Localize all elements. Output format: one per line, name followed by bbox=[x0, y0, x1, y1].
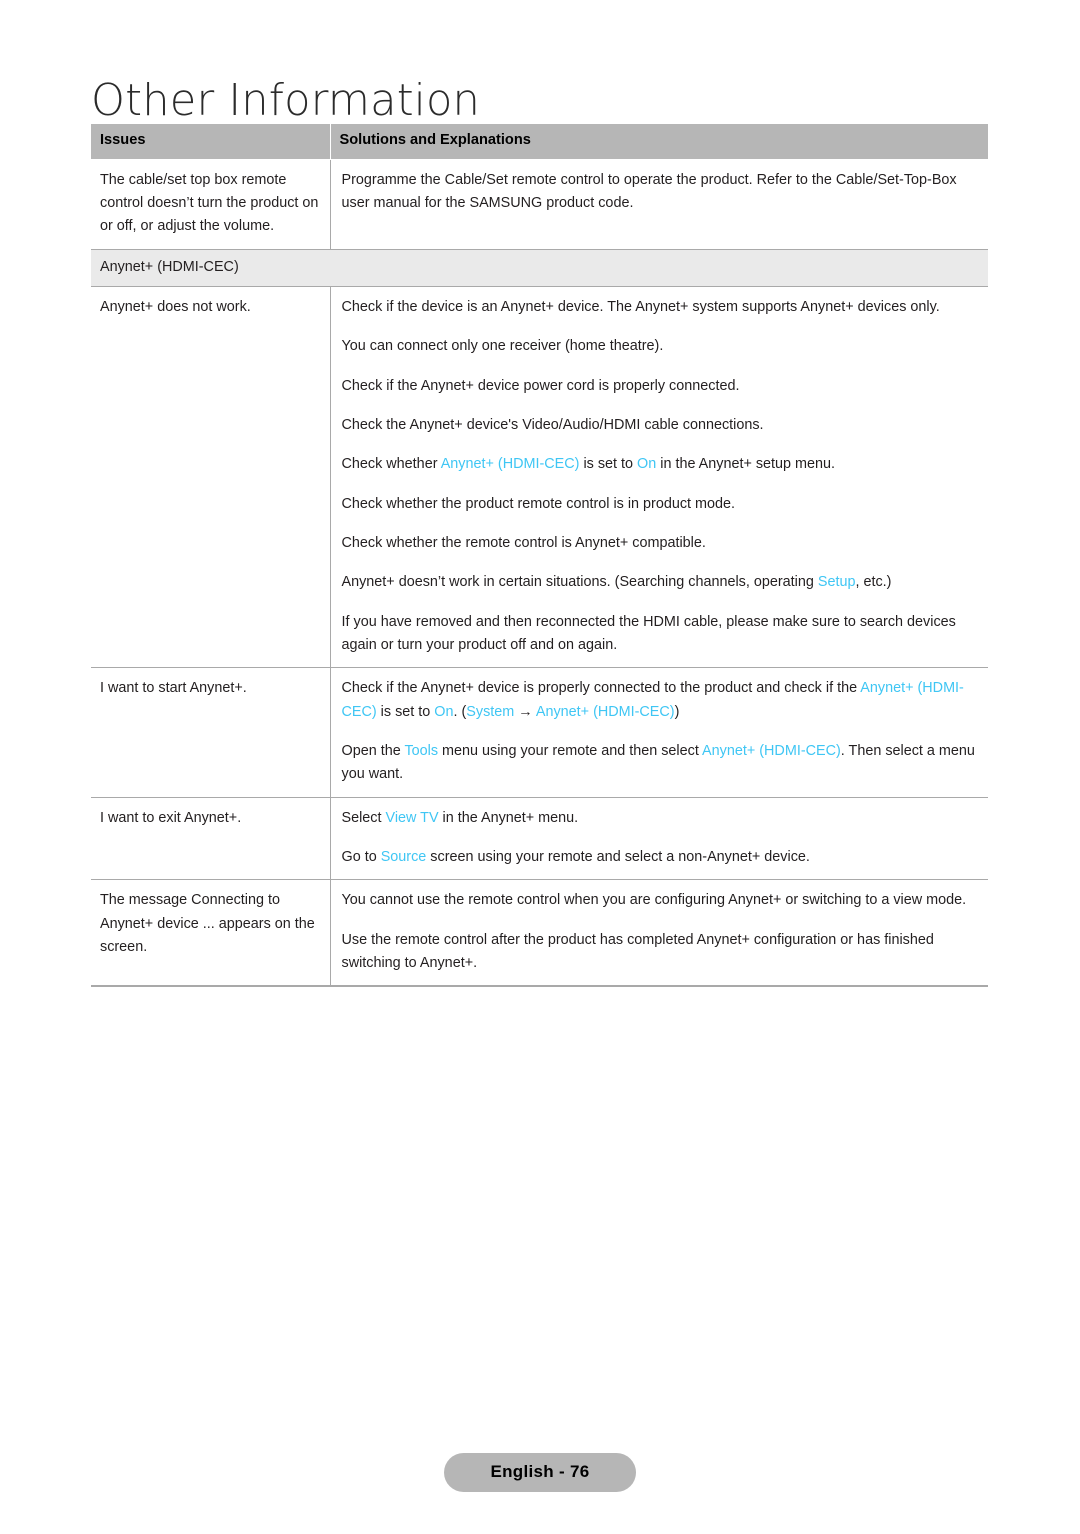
page-footer: English - 76 bbox=[0, 1453, 1080, 1492]
table-row: I want to exit Anynet+. Select View TV in… bbox=[91, 797, 988, 881]
menu-term-highlight: View TV bbox=[385, 809, 439, 826]
solution-text: Check the Anynet+ device's Video/Audio/H… bbox=[341, 416, 764, 433]
page-title: Other Information bbox=[91, 75, 481, 127]
table-row: The cable/set top box remote control doe… bbox=[91, 159, 988, 250]
solution-cell: Select View TV in the Anynet+ menu. Go to… bbox=[330, 797, 988, 881]
solution-text: is set to bbox=[579, 456, 638, 473]
solution-paragraph: Check whether the product remote control… bbox=[342, 493, 977, 516]
solution-paragraph: Check if the device is an Anynet+ device… bbox=[342, 296, 977, 319]
menu-term-highlight: System bbox=[466, 703, 515, 720]
menu-term-highlight: Anynet+ (HDMI-CEC) bbox=[440, 456, 580, 473]
table-section-row: Anynet+ (HDMI-CEC) bbox=[91, 249, 988, 287]
issue-text: I want to start Anynet+. bbox=[100, 680, 247, 697]
solution-text: Check whether the product remote control… bbox=[341, 495, 736, 512]
solution-cell: Programme the Cable/Set remote control t… bbox=[330, 159, 988, 250]
solution-text: ) bbox=[674, 703, 680, 720]
table-body: The cable/set top box remote control doe… bbox=[91, 159, 988, 988]
solution-text: → bbox=[514, 703, 536, 720]
menu-term-highlight: Source bbox=[380, 848, 427, 865]
solution-paragraph: Open the Tools menu using your remote an… bbox=[342, 740, 977, 787]
solution-text: screen using your remote and select a no… bbox=[426, 848, 810, 865]
solution-paragraph: Check whether Anynet+ (HDMI-CEC) is set … bbox=[342, 453, 977, 476]
menu-term-highlight: On bbox=[434, 703, 454, 720]
solution-text: Go to bbox=[341, 848, 381, 865]
issue-text: The message Connecting to Anynet+ device… bbox=[100, 892, 315, 955]
solution-text: Programme the Cable/Set remote control t… bbox=[341, 171, 957, 211]
issue-cell: The message Connecting to Anynet+ device… bbox=[91, 879, 331, 988]
solution-cell: Check if the Anynet+ device is properly … bbox=[330, 667, 988, 798]
solution-text: . ( bbox=[453, 703, 467, 720]
table-header: Issues Solutions and Explanations bbox=[91, 124, 988, 160]
table-row: I want to start Anynet+. Check if the Any… bbox=[91, 667, 988, 798]
menu-term-highlight: Setup bbox=[817, 574, 856, 591]
column-header-solutions: Solutions and Explanations bbox=[330, 124, 988, 160]
solution-text: , etc.) bbox=[855, 574, 892, 591]
solution-paragraph: Go to Source screen using your remote an… bbox=[342, 846, 977, 869]
table-row: Anynet+ does not work. Check if the devic… bbox=[91, 286, 988, 669]
issue-text: Anynet+ does not work. bbox=[100, 298, 251, 315]
table-header-row: Issues Solutions and Explanations bbox=[91, 124, 988, 160]
solution-text: Check if the Anynet+ device power cord i… bbox=[341, 377, 740, 394]
solution-text: Open the bbox=[341, 742, 405, 759]
solution-text: If you have removed and then reconnected… bbox=[341, 613, 956, 653]
solution-text: You cannot use the remote control when y… bbox=[341, 892, 967, 909]
solution-text: You can connect only one receiver (home … bbox=[341, 338, 664, 355]
issue-text: The cable/set top box remote control doe… bbox=[100, 171, 319, 235]
solution-text: Select bbox=[341, 809, 386, 826]
solution-paragraph: Check if the Anynet+ device power cord i… bbox=[342, 375, 977, 398]
issue-cell: Anynet+ does not work. bbox=[91, 286, 331, 669]
issue-cell: The cable/set top box remote control doe… bbox=[91, 159, 331, 250]
solution-cell: You cannot use the remote control when y… bbox=[330, 879, 988, 988]
menu-term-highlight: On bbox=[637, 456, 657, 473]
menu-term-highlight: Anynet+ (HDMI-CEC) bbox=[702, 742, 841, 759]
solution-paragraph: If you have removed and then reconnected… bbox=[342, 611, 977, 658]
menu-term-highlight: Tools bbox=[404, 742, 439, 759]
solution-paragraph: Select View TV in the Anynet+ menu. bbox=[342, 807, 977, 830]
solution-paragraph: You can connect only one receiver (home … bbox=[342, 335, 977, 358]
solution-text: in the Anynet+ setup menu. bbox=[656, 456, 836, 473]
menu-term-highlight: Anynet+ (HDMI-CEC) bbox=[535, 703, 675, 720]
table-row: The message Connecting to Anynet+ device… bbox=[91, 879, 988, 988]
solution-text: Check if the device is an Anynet+ device… bbox=[341, 298, 940, 315]
issue-text: I want to exit Anynet+. bbox=[100, 809, 242, 826]
section-label: Anynet+ (HDMI-CEC) bbox=[91, 249, 988, 287]
solution-cell: Check if the device is an Anynet+ device… bbox=[330, 286, 988, 669]
page-number-badge: English - 76 bbox=[444, 1453, 636, 1492]
troubleshooting-table-wrapper: Issues Solutions and Explanations The ca… bbox=[91, 124, 988, 988]
solution-paragraph: Check the Anynet+ device's Video/Audio/H… bbox=[342, 414, 977, 437]
solution-text: menu using your remote and then select bbox=[438, 742, 703, 759]
issue-cell: I want to exit Anynet+. bbox=[91, 797, 331, 881]
solution-text: Anynet+ doesn’t work in certain situatio… bbox=[341, 574, 818, 591]
solution-text: is set to bbox=[376, 703, 435, 720]
document-page: Other Information Issues Solutions and E… bbox=[0, 0, 1080, 1534]
column-header-issues: Issues bbox=[91, 124, 331, 160]
solution-paragraph: Check if the Anynet+ device is properly … bbox=[342, 677, 977, 724]
solution-text: Check whether bbox=[341, 456, 441, 473]
solution-paragraph: Check whether the remote control is Anyn… bbox=[342, 532, 977, 555]
solution-text: Check whether the remote control is Anyn… bbox=[341, 534, 706, 551]
solution-text: in the Anynet+ menu. bbox=[438, 809, 579, 826]
solution-paragraph: Anynet+ doesn’t work in certain situatio… bbox=[342, 571, 977, 594]
solution-paragraph: You cannot use the remote control when y… bbox=[342, 889, 977, 912]
solution-paragraph: Use the remote control after the product… bbox=[342, 929, 977, 976]
issue-cell: I want to start Anynet+. bbox=[91, 667, 331, 798]
solution-text: Check if the Anynet+ device is properly … bbox=[341, 680, 861, 697]
solution-text: Use the remote control after the product… bbox=[341, 931, 934, 971]
troubleshooting-table: Issues Solutions and Explanations The ca… bbox=[91, 124, 988, 988]
solution-paragraph: Programme the Cable/Set remote control t… bbox=[342, 169, 977, 216]
